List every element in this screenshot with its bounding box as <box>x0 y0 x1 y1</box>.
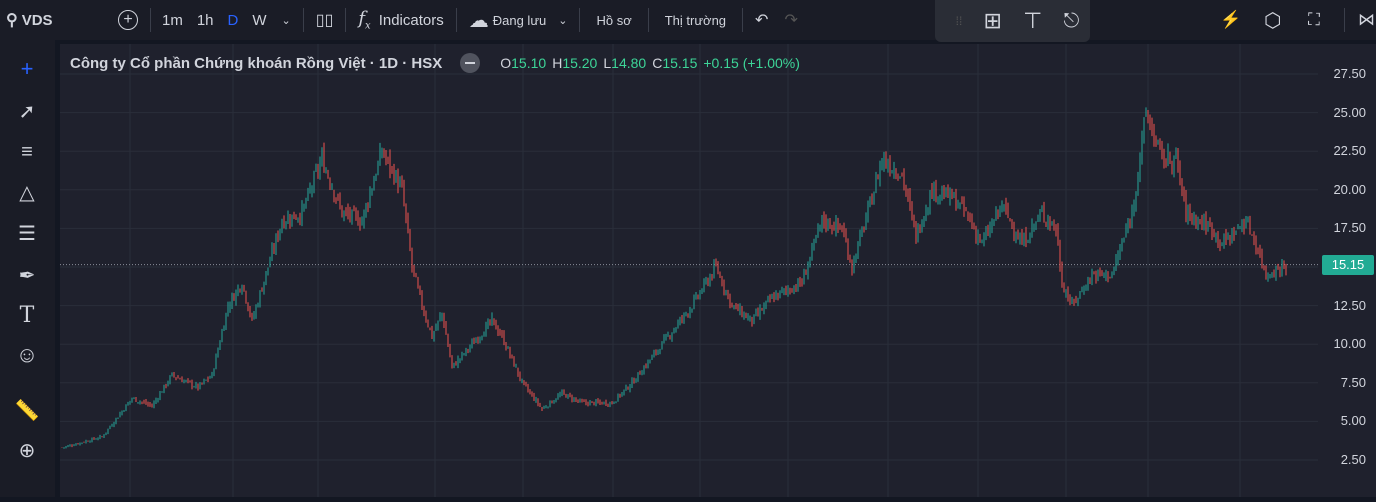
price-tick-label: 17.50 <box>1333 220 1366 236</box>
redo-icon: ↷ <box>784 12 798 29</box>
price-tick-label: 2.50 <box>1340 452 1366 467</box>
crosshair-icon[interactable]: + <box>10 54 44 84</box>
change-value: +0.15 (+1.00%) <box>703 55 800 71</box>
price-tick-label: 7.50 <box>1340 374 1366 390</box>
text-icon[interactable]: T <box>10 300 44 330</box>
chart-pane[interactable] <box>60 44 1318 497</box>
chevron-down-icon: ⌄ <box>281 14 291 27</box>
interval-D[interactable]: D <box>221 0 246 40</box>
last-price-label: 15.15 <box>1322 254 1374 275</box>
floating-drawing-toolbar: ⁞⁞ ⊞ ⊤ ⎋ <box>935 0 1090 42</box>
divider <box>742 8 744 32</box>
fullscreen-button[interactable]: ⛶ <box>1300 0 1328 40</box>
settings-button[interactable]: ⬡ <box>1256 0 1289 40</box>
drawing-toolbar: + ➚ ≡ △ ☰ ✒ T ☺ 📏 ⊕ <box>0 40 55 497</box>
divider <box>302 8 304 32</box>
undo-button[interactable]: ↶ <box>747 0 776 40</box>
brush-icon[interactable]: ✒ <box>10 260 44 290</box>
high-value: H15.20 <box>552 55 598 71</box>
share-icon: ⋈ <box>1358 10 1375 29</box>
trend-line-icon[interactable]: ➚ <box>10 96 44 126</box>
price-tick-label: 12.50 <box>1333 297 1366 313</box>
symbol-search[interactable]: ⚲ VDS <box>0 0 110 40</box>
fib-icon[interactable]: ☰ <box>10 218 44 248</box>
lightning-search-icon: ⚡ <box>1220 10 1242 29</box>
drag-handle-icon[interactable]: ⁞⁞ <box>956 14 963 28</box>
price-tick-label: 10.00 <box>1333 336 1366 352</box>
interval-W[interactable]: W <box>245 0 273 40</box>
price-range-icon[interactable]: ⊤ <box>1023 8 1042 34</box>
chevron-down-icon: ⌄ <box>558 14 568 27</box>
price-tick-label: 22.50 <box>1333 143 1366 159</box>
candles-icon: ▯▯ <box>315 12 334 29</box>
date-range-icon[interactable]: ⎋ <box>1064 10 1080 33</box>
symbol-title: Công ty Cổ phần Chứng khoán Rồng Việt · … <box>70 54 443 72</box>
gear-icon: ⬡ <box>1264 9 1282 32</box>
hide-legend-button[interactable] <box>460 53 481 73</box>
quick-search-button[interactable]: ⚡ <box>1212 0 1249 40</box>
undo-icon: ↶ <box>755 12 769 29</box>
divider <box>455 8 457 32</box>
divider <box>647 8 649 32</box>
horizontal-lines-icon[interactable]: ≡ <box>10 137 44 167</box>
chart-type-button[interactable]: ▯▯ <box>308 0 342 40</box>
save-button[interactable]: ☁ Đang lưu ⌄ <box>461 0 576 40</box>
low-value: L14.80 <box>603 55 647 71</box>
top-toolbar: ⚲ VDS + 1m 1h D W ⌄ ▯▯ fx Indicators ☁ Đang… <box>0 0 1376 40</box>
redo-button[interactable]: ↷ <box>776 0 805 40</box>
divider <box>1344 8 1345 32</box>
chart-legend: Công ty Cổ phần Chứng khoán Rồng Việt · … <box>70 53 800 73</box>
price-tick-label: 5.00 <box>1340 413 1366 429</box>
interval-1h[interactable]: 1h <box>190 0 221 40</box>
fx-icon: fx <box>358 8 371 32</box>
interval-1m[interactable]: 1m <box>155 0 190 40</box>
plus-circle-icon: + <box>118 10 138 30</box>
price-date-range-icon[interactable]: ⊞ <box>984 8 1002 34</box>
pattern-icon[interactable]: △ <box>10 177 44 207</box>
fullscreen-icon: ⛶ <box>1308 10 1320 29</box>
share-button[interactable]: ⋈ <box>1350 0 1376 40</box>
open-value: O15.10 <box>500 55 547 71</box>
ruler-icon[interactable]: 📏 <box>10 395 44 425</box>
zoom-in-icon[interactable]: ⊕ <box>10 435 44 465</box>
price-tick-label: 27.50 <box>1333 66 1366 81</box>
compare-symbol-button[interactable]: + <box>110 0 146 40</box>
indicators-button[interactable]: fx Indicators <box>350 0 451 40</box>
search-icon: ⚲ <box>6 12 18 29</box>
divider <box>345 8 347 32</box>
close-value: C15.15 <box>652 55 698 71</box>
cloud-icon: ☁ <box>468 9 489 32</box>
profile-button[interactable]: Hồ sơ <box>584 0 643 40</box>
divider <box>579 8 581 32</box>
market-button[interactable]: Thị trường <box>653 0 738 40</box>
divider <box>150 8 151 32</box>
interval-dropdown[interactable]: ⌄ <box>274 0 299 40</box>
emoji-icon[interactable]: ☺ <box>10 340 44 370</box>
price-scale[interactable]: 27.5025.0022.5020.0017.5015.0012.5010.00… <box>1318 44 1376 497</box>
candlestick-chart <box>60 44 1318 497</box>
price-tick-label: 25.00 <box>1333 104 1366 120</box>
price-tick-label: 20.00 <box>1333 181 1366 197</box>
